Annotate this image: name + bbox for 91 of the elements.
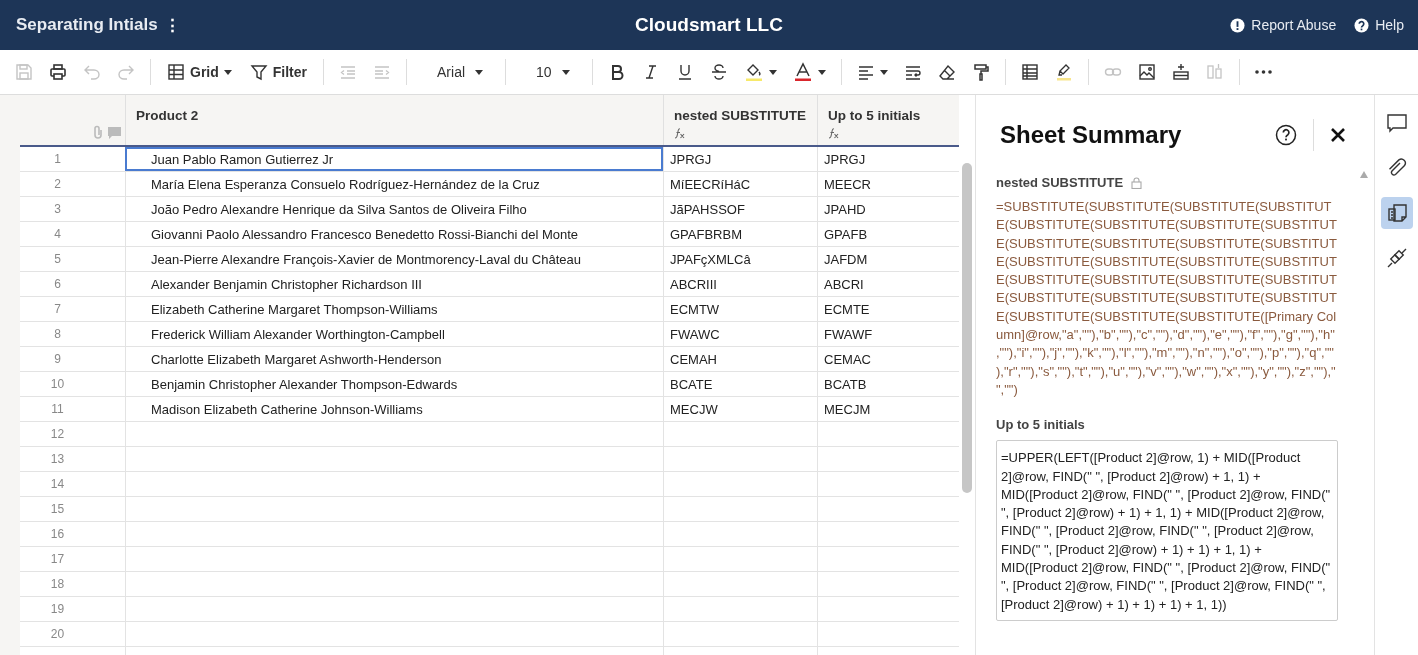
attachment-icon <box>92 125 104 139</box>
report-link[interactable]: Report Abuse <box>1230 17 1337 33</box>
text-color-icon <box>792 62 813 82</box>
formula-field[interactable]: =UPPER(LEFT([Product 2]@row, 1) + MID([Product 2]@row, FIND(" ", [Product 2]@row) + 1, 1) + MID([Product 2]@row, FIND(" ", [Product 2]@row, FIND(" ", [Product 2]@row) + 1) + 1, 1) + MID([Product 2]@row, FIND(" ", [Product 2]@row, FIND(" ", [Product 2]@row, FIND(" ", [Product 2]@row) + 1) + 1) + 1, 1) + MID([Product 2]@row, FIND(" ", [Product 2]@row, FIND(" ", [Product 2]@row, FIND(" ", [Product 2]@row, FIND(" ", [Product 2]@row) + 1) + 1) + 1) + 1, 1)) <box>996 440 1338 621</box>
undo-icon <box>83 63 101 81</box>
table-cell[interactable]: JãPAHSSOF <box>663 197 817 221</box>
close-icon <box>1330 127 1346 143</box>
help-icon <box>1275 124 1297 146</box>
caret-icon <box>475 69 484 75</box>
primary-cell[interactable]: Frederick William Alexander Worthington-Campbell <box>125 322 663 346</box>
primary-cell[interactable]: Giovanni Paolo Alessandro Francesco Benedetto Rossi-Bianchi del Monte <box>125 222 663 246</box>
panel-title: Sheet Summary <box>1000 121 1183 149</box>
table-cell[interactable]: MECJM <box>817 397 959 421</box>
lock-icon <box>1131 176 1143 189</box>
table-cell[interactable]: BCATB <box>817 372 959 396</box>
alert-icon <box>1230 17 1246 33</box>
columns-icon <box>1205 63 1224 81</box>
primary-cell[interactable]: Jean-Pierre Alexandre François-Xavier de Montmorency-Laval du Château <box>125 247 663 271</box>
caret-icon <box>768 69 777 75</box>
table-cell[interactable]: CEMAH <box>663 347 817 371</box>
table-cell[interactable]: BCATE <box>663 372 817 396</box>
view-dropdown[interactable]: Grid <box>159 56 240 88</box>
table-cell[interactable]: MEECR <box>817 172 959 196</box>
caret-icon <box>879 69 888 75</box>
table-cell[interactable]: JPRGJ <box>817 147 959 171</box>
scrollbar-thumb[interactable] <box>962 163 972 493</box>
formula-icon <box>828 128 839 139</box>
column-header[interactable]: nested SUBSTITUTE <box>663 95 817 145</box>
formula-text: =SUBSTITUTE(SUBSTITUTE(SUBSTITUTE(SUBSTITUTE(SUBSTITUTE(SUBSTITUTE(SUBSTITUTE(SUBSTITUTE(SUBSTITUTE(SUBSTITUTE(SUBSTITUTE(SUBSTITUTE(SUBSTITUTE(SUBSTITUTE(SUBSTITUTE(SUBSTITUTE(SUBSTITUTE(SUBSTITUTE(SUBSTITUTE(SUBSTITUTE(SUBSTITUTE(SUBSTITUTE(SUBSTITUTE(SUBSTITUTE(SUBSTITUTE(SUBSTITUTE(SUBSTITUTE([Primary Column]@row,"a",""),"b",""),"c",""),"d",""),"e",""),"f",""),"g",""),"h",""),"i",""),"j",""),"k",""),"l",""),"m",""),"n",""),"o",""),"p",""),"q",""),"r",""),"s",""),"t",""),"u",""),"v",""),"w",""),"x",""),"y",""),"z","")," ","") <box>996 198 1338 399</box>
help-icon <box>1354 17 1370 33</box>
primary-cell[interactable]: Elizabeth Catherine Margaret Thompson-Williams <box>125 297 663 321</box>
speech-bubble-icon <box>1385 112 1408 134</box>
primary-cell[interactable]: Juan Pablo Ramon Gutierrez Jr <box>125 147 663 171</box>
sheet-menu-button[interactable]: ⋮ <box>161 14 183 36</box>
caret-icon <box>817 69 826 75</box>
font-dropdown[interactable]: Arial <box>415 56 498 88</box>
table-cell[interactable]: MECJW <box>663 397 817 421</box>
field-label: nested SUBSTITUTE <box>996 175 1124 190</box>
scroll-up-icon[interactable] <box>1360 171 1368 178</box>
table-cell[interactable]: FWAWF <box>817 322 959 346</box>
document-icon <box>1385 202 1408 224</box>
table-cell[interactable]: GPAFBRBM <box>663 222 817 246</box>
more-icon <box>1254 70 1272 74</box>
caret-icon <box>223 69 232 75</box>
font-size-dropdown[interactable]: 10 <box>514 56 584 88</box>
primary-cell[interactable]: João Pedro Alexandre Henrique da Silva Santos de Oliveira Filho <box>125 197 663 221</box>
table-icon <box>1020 63 1039 81</box>
filter-button[interactable]: Filter <box>241 56 315 88</box>
align-left-icon <box>856 63 875 81</box>
table-cell[interactable]: ABCRIII <box>663 272 817 296</box>
table-cell[interactable]: JPAHD <box>817 197 959 221</box>
primary-cell[interactable]: Madison Elizabeth Catherine Johnson-Williams <box>125 397 663 421</box>
primary-cell[interactable]: Benjamin Christopher Alexander Thompson-Edwards <box>125 372 663 396</box>
redo-icon <box>117 63 135 81</box>
printer-icon <box>49 63 67 81</box>
highlighter-icon <box>1054 63 1073 81</box>
table-cell[interactable]: CEMAC <box>817 347 959 371</box>
table-cell[interactable]: FWAWC <box>663 322 817 346</box>
primary-cell[interactable]: Alexander Benjamin Christopher Richardson III <box>125 272 663 296</box>
help-link[interactable]: Help <box>1354 17 1404 33</box>
paint-roller-icon <box>971 63 990 81</box>
caret-icon <box>561 69 570 75</box>
table-cell[interactable]: JAFDM <box>817 247 959 271</box>
sheet-title: Separating Intials <box>16 15 158 35</box>
table-cell[interactable]: MíEECRíHáC <box>663 172 817 196</box>
indent-icon <box>373 63 391 81</box>
table-cell[interactable]: JPRGJ <box>663 147 817 171</box>
eraser-icon <box>937 63 956 81</box>
strikethrough-icon <box>709 63 728 81</box>
table-cell[interactable]: ABCRI <box>817 272 959 296</box>
funnel-icon <box>249 63 268 81</box>
wrap-text-icon <box>903 63 922 81</box>
formula-icon <box>674 128 685 139</box>
column-header[interactable]: Up to 5 initials <box>817 95 959 145</box>
paint-bucket-icon <box>743 62 764 82</box>
grid-icon <box>167 63 185 81</box>
table-cell[interactable]: ECMTW <box>663 297 817 321</box>
table-cell[interactable]: JPAFçXMLCâ <box>663 247 817 271</box>
plug-icon <box>1385 247 1408 269</box>
table-cell[interactable]: ECMTE <box>817 297 959 321</box>
image-icon <box>1137 63 1156 81</box>
insert-row-icon <box>1171 63 1190 81</box>
company-name: Cloudsmart LLC <box>635 14 783 36</box>
field-label: Up to 5 initials <box>996 417 1085 433</box>
outdent-icon <box>339 63 357 81</box>
comment-icon <box>108 127 121 139</box>
table-cell[interactable]: GPAFB <box>817 222 959 246</box>
column-header[interactable]: Product 2 <box>125 95 663 145</box>
primary-cell[interactable]: María Elena Esperanza Consuelo Rodríguez-Hernández de la Cruz <box>125 172 663 196</box>
primary-cell[interactable]: Charlotte Elizabeth Margaret Ashworth-Henderson <box>125 347 663 371</box>
summary-button[interactable] <box>1380 197 1413 229</box>
